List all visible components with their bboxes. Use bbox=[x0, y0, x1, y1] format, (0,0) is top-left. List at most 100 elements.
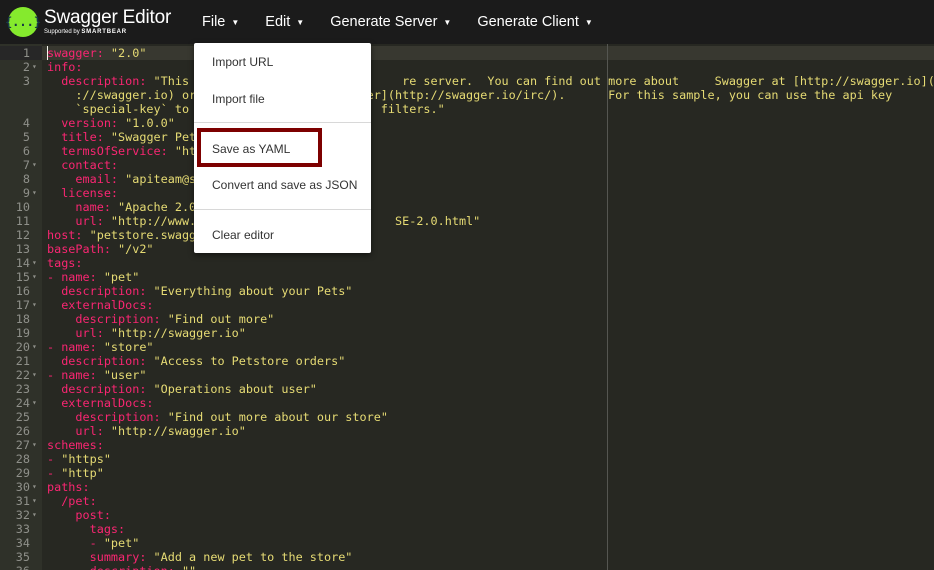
yaml-key: summary: bbox=[47, 550, 147, 564]
fold-toggle-icon[interactable]: ▾ bbox=[32, 270, 40, 284]
code-line[interactable]: 6 termsOfService: "ht bbox=[0, 144, 934, 158]
code-line[interactable]: 21 description: "Access to Petstore orde… bbox=[0, 354, 934, 368]
code-line[interactable]: 26 url: "http://swagger.io" bbox=[0, 424, 934, 438]
code-text: - "http" bbox=[47, 466, 104, 480]
code-line[interactable]: 4 version: "1.0.0" bbox=[0, 116, 934, 130]
yaml-key: license: bbox=[47, 186, 119, 200]
code-line[interactable]: 5 title: "Swagger Pet bbox=[0, 130, 934, 144]
fold-toggle-icon[interactable]: ▾ bbox=[32, 396, 40, 410]
logo-subtitle: Supported by SMARTBEAR bbox=[44, 29, 171, 36]
code-line[interactable]: 31 ▾ /pet: bbox=[0, 494, 934, 508]
fold-toggle-icon[interactable]: ▾ bbox=[32, 508, 40, 522]
code-line[interactable]: 11 url: "http://www. SE-2.0.html" bbox=[0, 214, 934, 228]
code-line[interactable]: 1 swagger: "2.0" bbox=[0, 46, 934, 60]
code-line[interactable]: 16 description: "Everything about your P… bbox=[0, 284, 934, 298]
line-number: 4 bbox=[22, 116, 30, 130]
menu-file[interactable]: File ▼ bbox=[202, 14, 239, 30]
fold-toggle-icon[interactable]: ▾ bbox=[32, 158, 40, 172]
fold-toggle-icon[interactable]: ▾ bbox=[32, 186, 40, 200]
menu-generate-client-label: Generate Client bbox=[477, 14, 579, 30]
code-line[interactable]: 35 summary: "Add a new pet to the store" bbox=[0, 550, 934, 564]
line-number: 10 bbox=[15, 200, 30, 214]
code-line[interactable]: `special-key` to filters." bbox=[0, 102, 934, 116]
menu-item-convert-save-json[interactable]: Convert and save as JSON bbox=[212, 178, 357, 192]
code-text: name: "Apache 2.0 bbox=[47, 200, 196, 214]
line-number: 23 bbox=[15, 382, 30, 396]
code-line[interactable]: 10 name: "Apache 2.0 bbox=[0, 200, 934, 214]
yaml-key: description: bbox=[47, 312, 161, 326]
code-line[interactable]: 14 ▾ tags: bbox=[0, 256, 934, 270]
code-line[interactable]: 27 ▾ schemes: bbox=[0, 438, 934, 452]
code-text: ://swagger.io) or wagger](http://swagger… bbox=[47, 88, 892, 102]
code-line[interactable]: 9 ▾ license: bbox=[0, 186, 934, 200]
code-line[interactable]: 30 ▾ paths: bbox=[0, 480, 934, 494]
yaml-key: description: bbox=[47, 284, 147, 298]
code-line[interactable]: 18 description: "Find out more" bbox=[0, 312, 934, 326]
code-line[interactable]: 12 host: "petstore.swagg bbox=[0, 228, 934, 242]
fold-toggle-icon[interactable]: ▾ bbox=[32, 480, 40, 494]
line-number: 17 bbox=[15, 298, 30, 312]
yaml-value: "ht bbox=[167, 144, 197, 158]
menu-generate-client[interactable]: Generate Client ▼ bbox=[477, 14, 592, 30]
code-line[interactable]: 15 ▾ - name: "pet" bbox=[0, 270, 934, 284]
fold-toggle-icon[interactable]: ▾ bbox=[32, 340, 40, 354]
line-number: 2 bbox=[22, 60, 30, 74]
caret-down-icon: ▼ bbox=[443, 17, 452, 27]
fold-toggle-icon[interactable]: ▾ bbox=[32, 60, 40, 74]
yaml-key: description: bbox=[47, 410, 161, 424]
code-line[interactable]: 8 email: "apiteam@s bbox=[0, 172, 934, 186]
fold-toggle-icon[interactable]: ▾ bbox=[32, 368, 40, 382]
code-text: schemes: bbox=[47, 438, 104, 452]
fold-toggle-icon[interactable]: ▾ bbox=[32, 438, 40, 452]
yaml-value: "Apache 2.0 bbox=[110, 200, 197, 214]
fold-toggle-icon[interactable]: ▾ bbox=[32, 256, 40, 270]
menu-item-clear-editor[interactable]: Clear editor bbox=[212, 228, 274, 242]
yaml-value: "apiteam@s bbox=[118, 172, 197, 186]
code-text: description: "Find out more" bbox=[47, 312, 274, 326]
code-line[interactable]: 3 description: "This re server. You can … bbox=[0, 74, 934, 88]
line-number: 32 bbox=[15, 508, 30, 522]
yaml-code-editor[interactable]: 1 swagger: "2.0" 2 ▾ info: 3 description: "Th… bbox=[0, 44, 934, 570]
code-text: basePath: "/v2" bbox=[47, 242, 154, 256]
caret-down-icon: ▼ bbox=[584, 17, 593, 27]
line-number: 5 bbox=[22, 130, 30, 144]
menu-divider bbox=[194, 209, 371, 210]
code-text: externalDocs: bbox=[47, 396, 153, 410]
menu-generate-server[interactable]: Generate Server ▼ bbox=[330, 14, 451, 30]
code-line[interactable]: 28 - "https" bbox=[0, 452, 934, 466]
code-line[interactable]: 32 ▾ post: bbox=[0, 508, 934, 522]
line-number: 24 bbox=[15, 396, 30, 410]
code-line[interactable]: 24 ▾ externalDocs: bbox=[0, 396, 934, 410]
code-line[interactable]: ://swagger.io) or wagger](http://swagger… bbox=[0, 88, 934, 102]
yaml-value: "https" bbox=[61, 452, 111, 466]
yaml-value: "petstore.swagg bbox=[82, 228, 197, 242]
code-line[interactable]: 34 - "pet" bbox=[0, 536, 934, 550]
yaml-value: "http://swagger.io" bbox=[103, 424, 246, 438]
code-line[interactable]: 19 url: "http://swagger.io" bbox=[0, 326, 934, 340]
code-text: - name: "pet" bbox=[47, 270, 139, 284]
fold-toggle-icon[interactable]: ▾ bbox=[32, 494, 40, 508]
swagger-editor-logo[interactable]: {...} Swagger Editor Supported by SMARTB… bbox=[5, 7, 188, 37]
menu-item-import-file[interactable]: Import file bbox=[212, 92, 265, 106]
yaml-value: "2.0" bbox=[103, 46, 147, 60]
yaml-value: "Find out more about our store" bbox=[160, 410, 388, 424]
fold-toggle-icon[interactable]: ▾ bbox=[32, 298, 40, 312]
line-number: 9 bbox=[22, 186, 30, 200]
menu-edit[interactable]: Edit ▼ bbox=[265, 14, 304, 30]
line-number: 36 bbox=[0, 564, 30, 570]
code-line[interactable]: 20 ▾ - name: "store" bbox=[0, 340, 934, 354]
code-line[interactable]: 25 description: "Find out more about our… bbox=[0, 410, 934, 424]
code-text: tags: bbox=[47, 522, 126, 536]
code-line[interactable]: 2 ▾ info: bbox=[0, 60, 934, 74]
code-line[interactable]: 13 basePath: "/v2" bbox=[0, 242, 934, 256]
code-line[interactable]: 22 ▾ - name: "user" bbox=[0, 368, 934, 382]
code-line[interactable]: 23 description: "Operations about user" bbox=[0, 382, 934, 396]
code-line[interactable]: 36 description: "" bbox=[0, 564, 934, 570]
code-line[interactable]: 17 ▾ externalDocs: bbox=[0, 298, 934, 312]
yaml-key: paths: bbox=[47, 480, 90, 494]
code-text: description: "Everything about your Pets… bbox=[47, 284, 352, 298]
code-line[interactable]: 33 tags: bbox=[0, 522, 934, 536]
code-line[interactable]: 29 - "http" bbox=[0, 466, 934, 480]
code-line[interactable]: 7 ▾ contact: bbox=[0, 158, 934, 172]
menu-item-import-url[interactable]: Import URL bbox=[212, 55, 273, 69]
